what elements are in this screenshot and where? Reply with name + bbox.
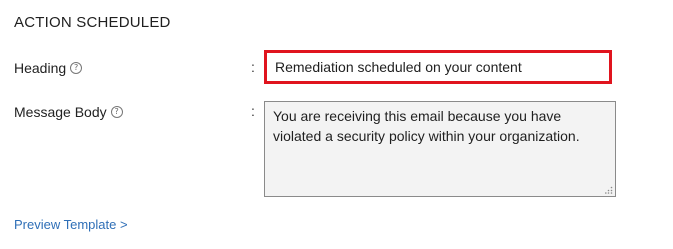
heading-label: Heading xyxy=(14,60,67,76)
heading-colon: : xyxy=(251,59,255,75)
message-body-field: You are receiving this email because you… xyxy=(264,101,616,197)
action-scheduled-panel: ACTION SCHEDULED Heading ? : Message Bod… xyxy=(0,0,673,249)
message-body-label: Message Body xyxy=(14,104,107,120)
section-title: ACTION SCHEDULED xyxy=(14,14,171,31)
resize-grip-icon[interactable] xyxy=(605,186,613,194)
message-body-colon: : xyxy=(251,103,255,119)
heading-label-row: Heading ? xyxy=(14,60,83,76)
message-body-textarea[interactable]: You are receiving this email because you… xyxy=(265,102,615,196)
help-icon[interactable]: ? xyxy=(70,62,83,74)
heading-input[interactable] xyxy=(267,53,609,81)
message-body-label-row: Message Body ? xyxy=(14,104,123,120)
preview-template-link[interactable]: Preview Template > xyxy=(14,217,128,232)
heading-field-highlight xyxy=(264,50,612,84)
help-icon[interactable]: ? xyxy=(110,106,123,118)
